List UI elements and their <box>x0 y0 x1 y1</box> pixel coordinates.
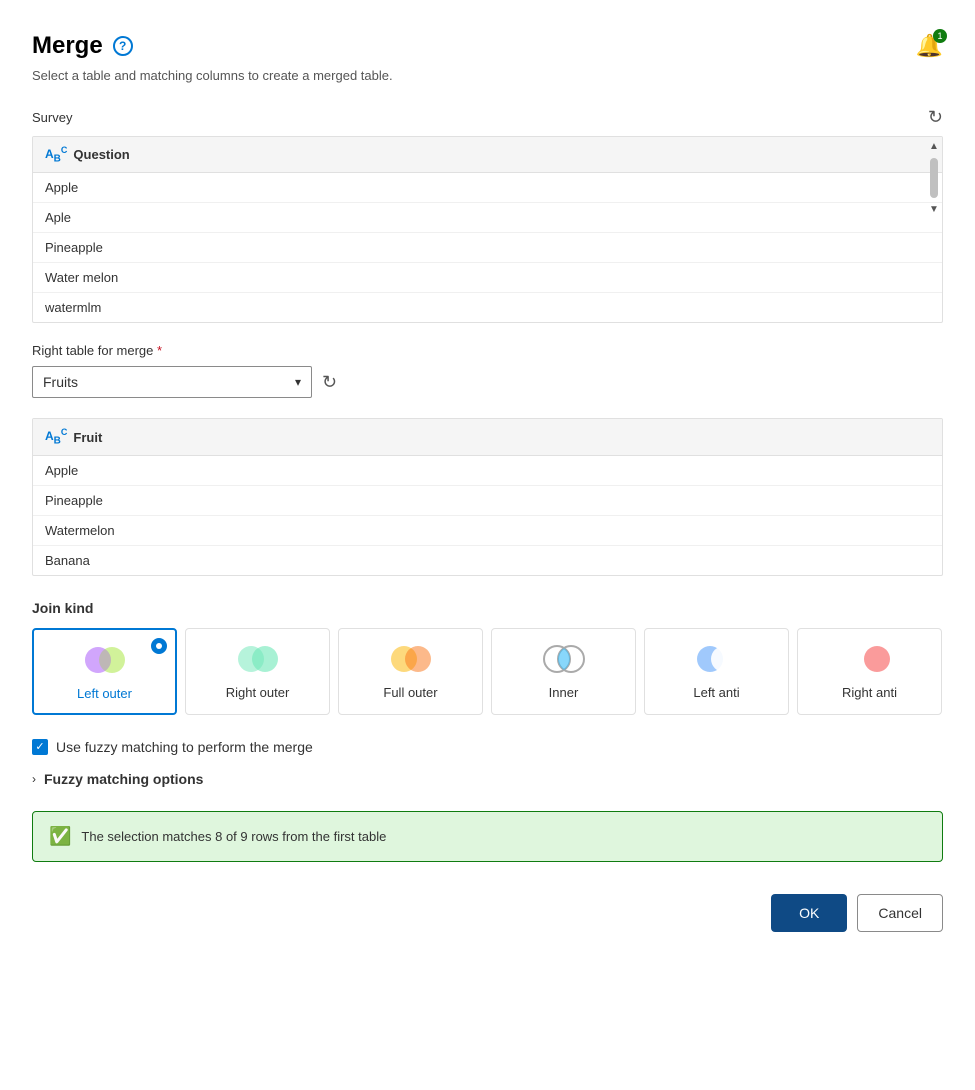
fruits-table: ABC Fruit Apple Pineapple Watermelon Ban… <box>32 418 943 575</box>
survey-table-body: Apple Aple Pineapple Water melon waterml… <box>33 173 942 322</box>
join-option-label-right-anti: Right anti <box>842 685 897 700</box>
survey-table: ABC Question ▲ ▼ Apple Aple Pineapple Wa… <box>32 136 943 323</box>
right-table-label: Right table for merge * <box>32 343 943 358</box>
required-indicator: * <box>157 343 162 358</box>
survey-cell: Pineapple <box>33 233 163 262</box>
fuzzy-checkbox-label: Use fuzzy matching to perform the merge <box>56 739 313 755</box>
join-option-label-full-outer: Full outer <box>383 685 437 700</box>
fuzzy-options-row[interactable]: › Fuzzy matching options <box>32 771 943 787</box>
inner-icon <box>539 641 589 677</box>
join-option-full-outer[interactable]: Full outer <box>338 628 483 715</box>
ab-icon: ABC <box>45 427 67 446</box>
page-title: Merge <box>32 32 103 60</box>
fruits-cell: Apple <box>33 456 163 485</box>
checkbox-check-icon: ✓ <box>35 740 44 753</box>
join-option-right-outer[interactable]: Right outer <box>185 628 330 715</box>
notification-badge: 1 <box>933 29 947 43</box>
right-table-refresh-icon[interactable]: ↻ <box>322 372 337 393</box>
survey-cell: Aple <box>33 203 163 232</box>
join-options: Left outer Right outer Full outer Inner <box>32 628 943 715</box>
fruits-cell: Watermelon <box>33 516 163 545</box>
join-option-label-left-outer: Left outer <box>77 686 132 701</box>
join-kind-label: Join kind <box>32 600 943 616</box>
survey-col-question[interactable]: ABC Question <box>33 137 163 172</box>
join-option-inner[interactable]: Inner <box>491 628 636 715</box>
fruits-col-fruit[interactable]: ABC Fruit <box>33 419 163 454</box>
help-icon[interactable]: ? <box>113 36 133 56</box>
dropdown-wrapper: Fruits ▾ ↻ <box>32 366 943 398</box>
join-option-left-anti[interactable]: Left anti <box>644 628 789 715</box>
fuzzy-options-label: Fuzzy matching options <box>44 771 203 787</box>
join-option-label-right-outer: Right outer <box>226 685 290 700</box>
fuzzy-checkbox[interactable]: ✓ <box>32 739 48 755</box>
cancel-button[interactable]: Cancel <box>857 894 943 932</box>
join-option-right-anti[interactable]: Right anti <box>797 628 942 715</box>
survey-refresh-icon[interactable]: ↻ <box>928 107 943 128</box>
table-row[interactable]: Apple <box>33 173 942 203</box>
success-message: ✅ The selection matches 8 of 9 rows from… <box>32 811 943 862</box>
fruits-cell: Pineapple <box>33 486 163 515</box>
join-option-label-left-anti: Left anti <box>693 685 739 700</box>
chevron-down-icon: ▾ <box>295 375 301 389</box>
fuzzy-matching-row[interactable]: ✓ Use fuzzy matching to perform the merg… <box>32 739 943 755</box>
success-text: The selection matches 8 of 9 rows from t… <box>81 829 386 844</box>
scroll-up-arrow[interactable]: ▲ <box>925 137 943 156</box>
table-row[interactable]: Pineapple <box>33 486 942 516</box>
table-row[interactable]: Water melon <box>33 263 942 293</box>
ok-button[interactable]: OK <box>771 894 847 932</box>
table-row[interactable]: Watermelon <box>33 516 942 546</box>
fruits-table-header: ABC Fruit <box>33 419 942 455</box>
table-row[interactable]: Pineapple <box>33 233 942 263</box>
notification-icon[interactable]: 🔔 1 <box>916 33 943 59</box>
join-option-label-inner: Inner <box>549 685 579 700</box>
ab-icon: ABC <box>45 145 67 164</box>
page-header: Merge ? 🔔 1 <box>32 32 943 60</box>
survey-table-header: ABC Question ▲ ▼ <box>33 137 942 173</box>
full-outer-icon <box>386 641 436 677</box>
chevron-right-icon: › <box>32 772 36 786</box>
join-option-left-outer[interactable]: Left outer <box>32 628 177 715</box>
table-row[interactable]: Aple <box>33 203 942 233</box>
survey-scrollbar[interactable]: ▲ ▼ <box>926 137 942 172</box>
right-table-dropdown[interactable]: Fruits ▾ <box>32 366 312 398</box>
table-row[interactable]: watermlm <box>33 293 942 322</box>
subtitle: Select a table and matching columns to c… <box>32 68 943 83</box>
survey-cell: Water melon <box>33 263 163 292</box>
left-anti-icon <box>692 641 742 677</box>
right-table-section: Right table for merge * Fruits ▾ ↻ <box>32 343 943 398</box>
right-outer-icon <box>233 641 283 677</box>
survey-cell: watermlm <box>33 293 163 322</box>
table-row[interactable]: Apple <box>33 456 942 486</box>
survey-cell: Apple <box>33 173 163 202</box>
table-row[interactable]: Banana <box>33 546 942 575</box>
radio-left-outer <box>151 638 167 654</box>
footer-buttons: OK Cancel <box>32 894 943 932</box>
fruits-cell: Banana <box>33 546 163 575</box>
right-anti-icon <box>845 641 895 677</box>
success-icon: ✅ <box>49 826 71 847</box>
left-outer-icon <box>80 642 130 678</box>
survey-section-label: Survey ↻ <box>32 107 943 128</box>
fruits-table-body: Apple Pineapple Watermelon Banana <box>33 456 942 575</box>
